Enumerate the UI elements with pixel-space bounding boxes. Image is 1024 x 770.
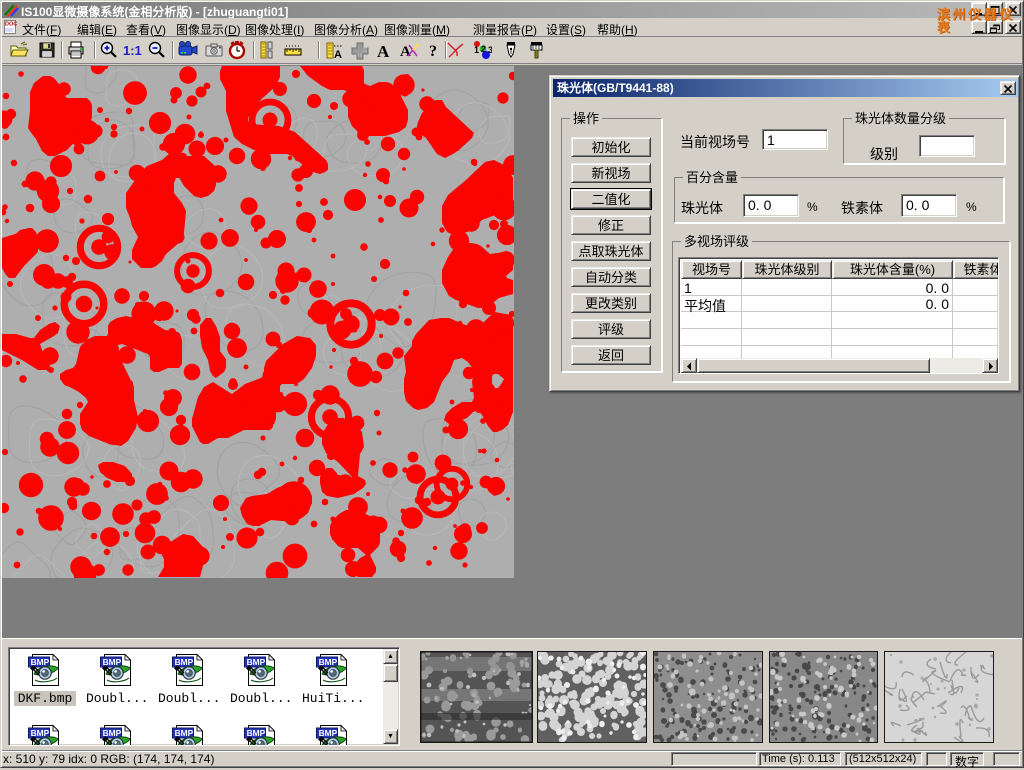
svg-text:?: ? xyxy=(429,43,437,60)
svg-text:1: 1 xyxy=(474,45,479,55)
svg-text:A: A xyxy=(334,49,342,60)
svg-text:A: A xyxy=(377,42,390,60)
svg-text:1:1: 1:1 xyxy=(123,43,142,58)
svg-text:3: 3 xyxy=(488,45,492,55)
